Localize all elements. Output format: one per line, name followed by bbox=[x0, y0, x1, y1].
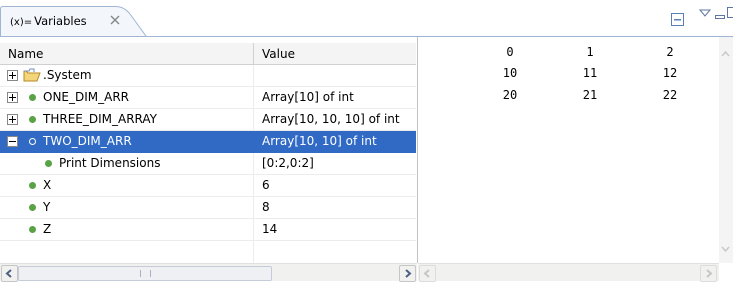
column-divider bbox=[253, 153, 254, 174]
variable-value: Array[10] of int bbox=[262, 90, 354, 104]
scroll-right-button[interactable] bbox=[700, 265, 717, 282]
close-icon[interactable] bbox=[109, 14, 123, 28]
column-header: Name Value bbox=[0, 43, 416, 65]
collapse-icon[interactable] bbox=[7, 136, 18, 147]
variable-name: X bbox=[43, 178, 52, 192]
array-cell: 21 bbox=[582, 88, 598, 102]
scroll-right-button[interactable] bbox=[399, 265, 416, 282]
column-divider bbox=[253, 65, 254, 86]
expand-icon[interactable] bbox=[7, 70, 18, 81]
column-divider bbox=[253, 241, 254, 263]
variables-tree[interactable]: Name Value .System ONE_DIM_ARR Array[10]… bbox=[0, 37, 418, 263]
column-header-value[interactable]: Value bbox=[262, 47, 295, 61]
array-cell: 10 bbox=[502, 66, 518, 80]
column-divider bbox=[253, 87, 254, 108]
tab-title: (x)= Variables bbox=[10, 14, 87, 28]
variable-icon bbox=[29, 94, 36, 101]
array-cell: 22 bbox=[662, 88, 678, 102]
variable-icon bbox=[29, 116, 36, 123]
detail-horizontal-scrollbar[interactable] bbox=[418, 263, 719, 282]
column-divider[interactable] bbox=[253, 43, 254, 64]
array-cell: 11 bbox=[582, 66, 598, 80]
tree-row-print-dimensions[interactable]: Print Dimensions [0:2,0:2] bbox=[0, 153, 416, 175]
variable-value: [0:2,0:2] bbox=[262, 156, 314, 170]
tree-row-two-dim-arr[interactable]: TWO_DIM_ARR Array[10, 10] of int bbox=[0, 131, 416, 153]
variable-value: Array[10, 10] of int bbox=[262, 134, 377, 148]
scroll-down-button[interactable] bbox=[719, 242, 732, 256]
detail-pane[interactable]: 0 1 2 10 11 12 20 21 22 bbox=[418, 37, 718, 263]
expand-icon[interactable] bbox=[7, 114, 18, 125]
folder-icon bbox=[23, 68, 41, 85]
column-divider bbox=[253, 175, 254, 196]
variable-name: Y bbox=[43, 200, 51, 214]
view-menu-icon[interactable] bbox=[698, 8, 712, 24]
variable-value: 6 bbox=[262, 178, 270, 192]
variable-value: 14 bbox=[262, 222, 278, 236]
column-divider bbox=[253, 197, 254, 218]
variable-value: Array[10, 10, 10] of int bbox=[262, 112, 400, 126]
variable-name: ONE_DIM_ARR bbox=[43, 90, 130, 104]
variable-icon bbox=[29, 204, 36, 211]
view-tab-bar: (x)= Variables bbox=[0, 0, 733, 36]
array-cell: 1 bbox=[586, 45, 594, 59]
array-cell: 12 bbox=[662, 66, 678, 80]
variables-view-icon: (x)= bbox=[10, 17, 33, 28]
tree-row-x[interactable]: X 6 bbox=[0, 175, 416, 197]
variable-icon bbox=[29, 182, 36, 189]
variable-value: 8 bbox=[262, 200, 270, 214]
variable-icon bbox=[29, 138, 36, 145]
expand-icon[interactable] bbox=[7, 92, 18, 103]
maximize-icon[interactable] bbox=[727, 7, 733, 23]
array-cell: 2 bbox=[666, 45, 674, 59]
array-cell: 20 bbox=[502, 88, 518, 102]
tree-row-three-dim-array[interactable]: THREE_DIM_ARRAY Array[10, 10, 10] of int bbox=[0, 109, 416, 131]
tab-variables[interactable]: (x)= Variables bbox=[0, 6, 148, 36]
variable-name: TWO_DIM_ARR bbox=[43, 134, 132, 148]
column-header-name[interactable]: Name bbox=[8, 47, 43, 61]
scroll-left-button[interactable] bbox=[1, 265, 18, 282]
column-divider bbox=[253, 131, 254, 152]
thumb-grip bbox=[140, 270, 151, 277]
variable-name: THREE_DIM_ARRAY bbox=[43, 112, 157, 126]
tree-row-system[interactable]: .System bbox=[0, 65, 416, 87]
tree-row-z[interactable]: Z 14 bbox=[0, 219, 416, 241]
variable-name: .System bbox=[43, 68, 92, 82]
tree-row-one-dim-arr[interactable]: ONE_DIM_ARR Array[10] of int bbox=[0, 87, 416, 109]
variable-icon bbox=[45, 160, 52, 167]
variable-name: Print Dimensions bbox=[59, 156, 161, 170]
minimize-icon[interactable] bbox=[715, 10, 725, 26]
scroll-up-button[interactable] bbox=[719, 47, 732, 61]
variable-name: Z bbox=[43, 222, 52, 236]
tab-label: Variables bbox=[34, 14, 87, 28]
collapse-all-icon[interactable] bbox=[670, 12, 686, 28]
tree-row-y[interactable]: Y 8 bbox=[0, 197, 416, 219]
array-cell: 0 bbox=[506, 45, 514, 59]
scroll-left-button[interactable] bbox=[419, 265, 436, 282]
tree-horizontal-scrollbar[interactable] bbox=[0, 263, 417, 282]
detail-vertical-scrollbar[interactable] bbox=[719, 37, 733, 263]
column-divider bbox=[253, 219, 254, 240]
variable-icon bbox=[29, 226, 36, 233]
scroll-thumb[interactable] bbox=[18, 266, 272, 281]
column-divider bbox=[253, 109, 254, 130]
